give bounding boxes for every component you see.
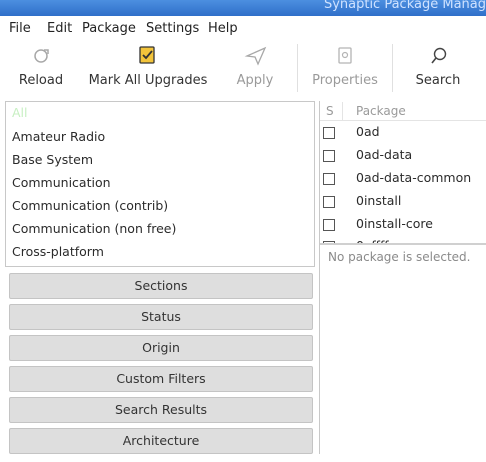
apply-icon xyxy=(244,46,267,66)
package-row[interactable]: 0ad-data-common xyxy=(320,169,486,191)
category-item-cross-platform[interactable]: Cross-platform xyxy=(12,244,104,259)
properties-icon xyxy=(338,47,352,64)
category-item-all[interactable]: All xyxy=(12,105,28,120)
category-item-communication[interactable]: Communication xyxy=(12,175,111,190)
mark-upgrades-icon xyxy=(139,46,155,64)
toolbar-separator xyxy=(392,44,393,92)
mark-all-upgrades-button[interactable]: Mark All Upgrades xyxy=(85,44,211,96)
package-row[interactable]: 0install-core xyxy=(320,215,486,237)
category-item-communication-non-free[interactable]: Communication (non free) xyxy=(12,221,176,236)
details-empty-text: No package is selected. xyxy=(328,250,471,264)
pane-divider[interactable] xyxy=(320,243,486,245)
package-list: S Package 0ad 0ad-data 0ad-data-common 0… xyxy=(320,101,486,243)
column-divider xyxy=(342,102,343,120)
menu-package[interactable]: Package xyxy=(82,21,136,36)
toolbar-separator xyxy=(297,44,298,92)
package-checkbox[interactable] xyxy=(323,150,335,162)
package-row[interactable]: 0ad-data xyxy=(320,146,486,168)
package-row[interactable]: 0ad xyxy=(320,123,486,145)
mark-all-upgrades-label: Mark All Upgrades xyxy=(88,73,208,88)
package-list-header: S Package xyxy=(320,102,486,121)
search-button[interactable]: Search xyxy=(402,44,474,96)
package-checkbox[interactable] xyxy=(323,127,335,139)
package-row[interactable]: 0install xyxy=(320,192,486,214)
package-name: 0install-core xyxy=(356,216,433,231)
menu-bar: File Edit Package Settings Help xyxy=(0,19,486,39)
package-checkbox[interactable] xyxy=(323,219,335,231)
package-name: 0ad-data xyxy=(356,147,413,162)
package-checkbox[interactable] xyxy=(323,196,335,208)
window-titlebar: Synaptic Package Manag xyxy=(0,0,486,16)
menu-settings[interactable]: Settings xyxy=(146,21,199,36)
package-column-header[interactable]: Package xyxy=(356,104,406,118)
reload-label: Reload xyxy=(18,73,64,88)
search-label: Search xyxy=(415,73,461,88)
toolbar: Reload Mark All Upgrades Apply Propertie… xyxy=(0,44,486,96)
custom-filters-button[interactable]: Custom Filters xyxy=(9,366,313,392)
category-item-communication-contrib[interactable]: Communication (contrib) xyxy=(12,198,168,213)
sections-filter-button[interactable]: Sections xyxy=(9,273,313,299)
package-pane: S Package 0ad 0ad-data 0ad-data-common 0… xyxy=(319,101,486,454)
apply-label: Apply xyxy=(236,73,274,88)
category-list: All Amateur Radio Base System Communicat… xyxy=(5,101,315,267)
package-name: 0ad-data-common xyxy=(356,170,472,185)
search-icon xyxy=(431,47,447,64)
reload-icon xyxy=(34,49,49,63)
apply-button[interactable]: Apply xyxy=(225,44,285,96)
status-filter-button[interactable]: Status xyxy=(9,304,313,330)
properties-label: Properties xyxy=(312,73,378,88)
properties-button[interactable]: Properties xyxy=(309,44,381,96)
package-name: 0ad xyxy=(356,124,380,139)
menu-file[interactable]: File xyxy=(9,21,31,36)
package-name: 0install xyxy=(356,193,402,208)
category-item-amateur-radio[interactable]: Amateur Radio xyxy=(12,129,105,144)
origin-filter-button[interactable]: Origin xyxy=(9,335,313,361)
package-checkbox[interactable] xyxy=(323,173,335,185)
category-item-base-system[interactable]: Base System xyxy=(12,152,93,167)
reload-button[interactable]: Reload xyxy=(9,44,73,96)
architecture-filter-button[interactable]: Architecture xyxy=(9,428,313,454)
menu-help[interactable]: Help xyxy=(208,21,238,36)
search-results-filter-button[interactable]: Search Results xyxy=(9,397,313,423)
menu-edit[interactable]: Edit xyxy=(47,21,72,36)
window-title: Synaptic Package Manag xyxy=(323,0,486,12)
status-column-header[interactable]: S xyxy=(326,104,334,118)
